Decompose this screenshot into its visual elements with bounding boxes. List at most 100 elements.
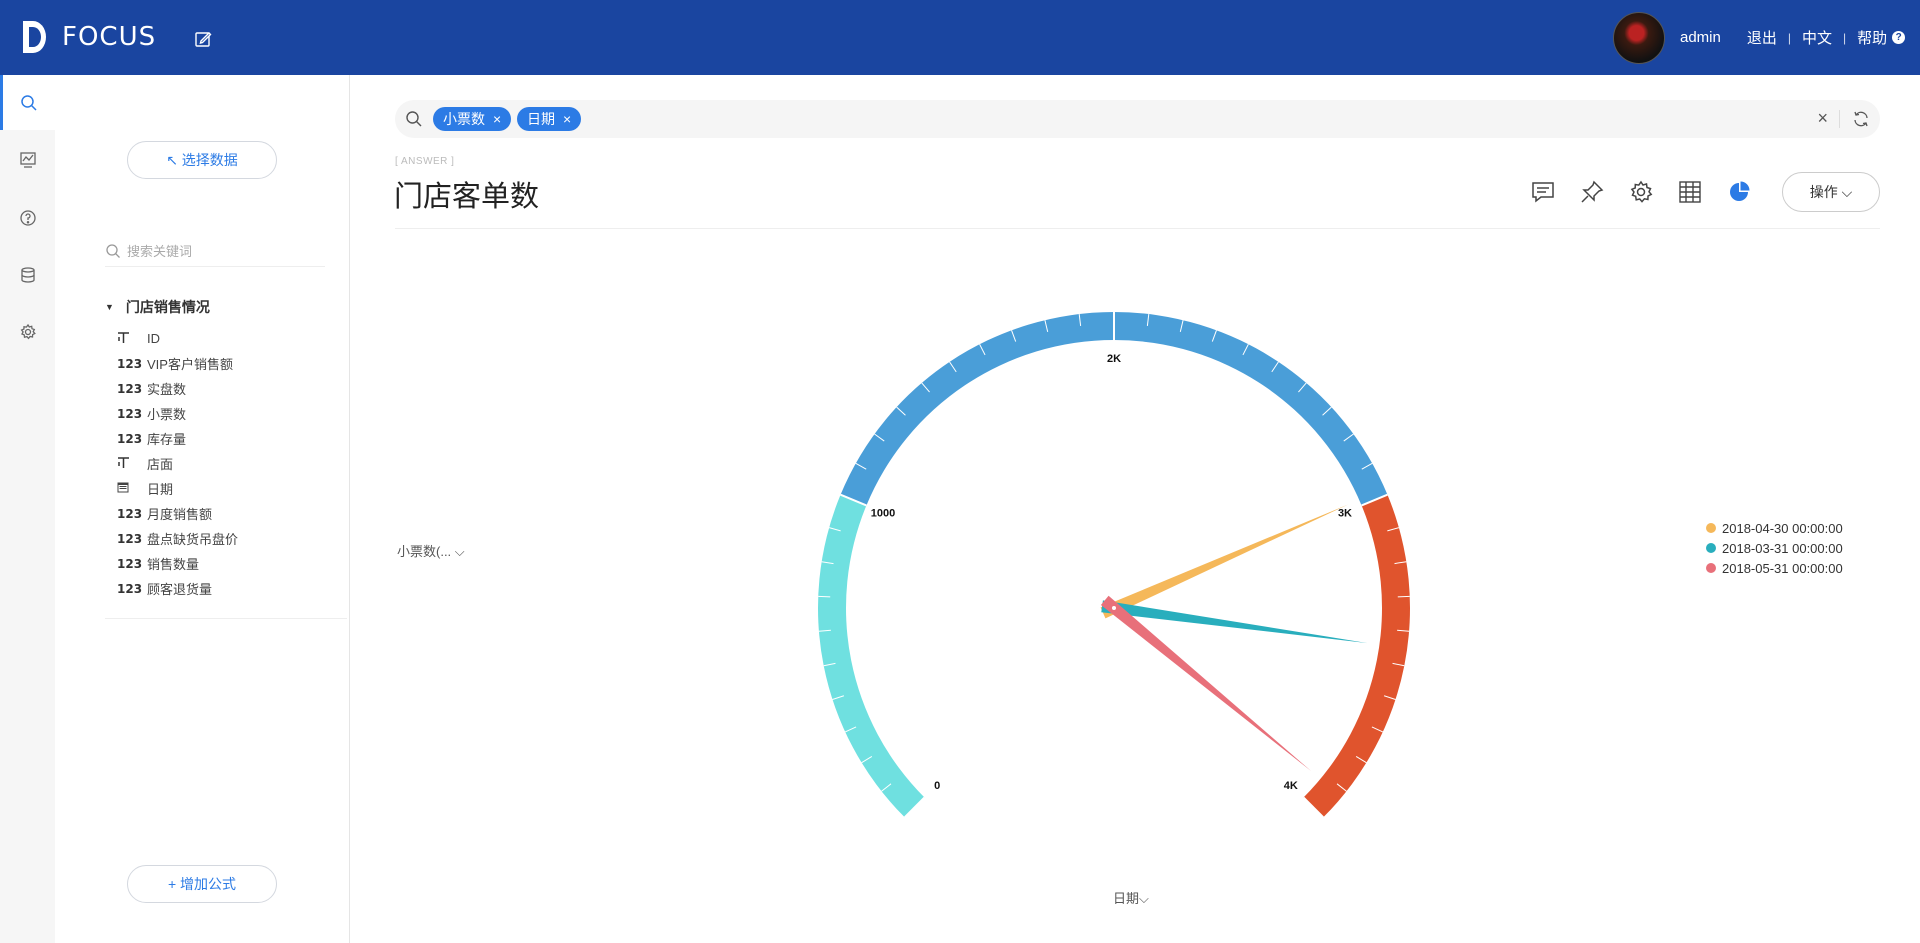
refresh-icon[interactable] <box>1852 110 1870 128</box>
field-list: ID 123 VIP客户销售额 123 实盘数 123 小票数 123 库存量店面日期 123 月度… <box>117 326 238 601</box>
table-view-button[interactable] <box>1672 176 1708 208</box>
y-axis-selector[interactable]: 小票数(... ⌵ <box>397 541 465 560</box>
separator: | <box>1843 30 1847 45</box>
field-item[interactable]: 123 库存量 <box>117 426 238 451</box>
gauge-axis-label: 3K <box>1338 507 1352 519</box>
legend-dot <box>1706 543 1716 553</box>
search-chip[interactable]: 日期 × <box>517 107 582 131</box>
help-circle-icon[interactable]: ? <box>1892 31 1906 44</box>
chip-label: 小票数 <box>443 111 485 127</box>
field-name: 月度销售额 <box>147 507 213 522</box>
logout-link[interactable]: 退出 <box>1747 27 1777 48</box>
number-type-icon: 123 <box>117 381 143 396</box>
edit-icon[interactable] <box>193 29 213 49</box>
number-type-icon: 123 <box>117 356 143 371</box>
search-bar[interactable]: 小票数 × 日期 × × <box>395 100 1880 138</box>
rail-help[interactable] <box>0 190 55 245</box>
gauge-band <box>1303 494 1410 818</box>
rail-settings[interactable] <box>0 304 55 359</box>
number-type-icon: 123 <box>117 406 143 421</box>
focus-logo-icon <box>23 21 46 53</box>
field-item[interactable]: 123 销售数量 <box>117 551 238 576</box>
chip-close-icon[interactable]: × <box>563 107 571 131</box>
field-item[interactable]: 123 VIP客户销售额 <box>117 351 238 376</box>
chip-label: 日期 <box>527 111 555 127</box>
comment-button[interactable] <box>1525 176 1561 208</box>
rail-dashboard[interactable] <box>0 132 55 187</box>
field-item[interactable]: ID <box>117 326 238 351</box>
legend-item[interactable]: 2018-04-30 00:00:00 <box>1706 518 1843 538</box>
legend-label: 2018-04-30 00:00:00 <box>1722 520 1843 536</box>
help-link[interactable]: 帮助 <box>1857 27 1887 48</box>
field-item[interactable]: 123 小票数 <box>117 401 238 426</box>
field-item[interactable]: 123 实盘数 <box>117 376 238 401</box>
add-formula-button[interactable]: + 增加公式 <box>127 865 277 903</box>
search-icon <box>406 111 422 127</box>
field-name: 库存量 <box>147 432 187 447</box>
clear-icon[interactable]: × <box>1817 108 1828 129</box>
field-name: 盘点缺货吊盘价 <box>147 532 239 547</box>
table-name: 门店销售情况 <box>125 299 210 315</box>
gauge-chart: 0 1000 2K 3K 4K <box>818 312 1410 819</box>
field-name: 顾客退货量 <box>147 582 213 597</box>
legend-label: 2018-03-31 00:00:00 <box>1722 540 1843 556</box>
chip-close-icon[interactable]: × <box>493 107 501 131</box>
gauge-needle <box>1100 504 1349 619</box>
settings-button[interactable] <box>1623 176 1659 208</box>
gauge-axis-label: 2K <box>1107 353 1121 365</box>
legend-item[interactable]: 2018-05-31 00:00:00 <box>1706 558 1843 578</box>
page-title: 门店客单数 <box>394 181 540 213</box>
settings-icon <box>20 323 36 339</box>
divider <box>1839 110 1840 128</box>
field-name: 实盘数 <box>147 382 187 397</box>
text-type-icon <box>117 331 147 347</box>
top-bar: FOCUS admin 退出 | 中文 | 帮助 ? <box>0 0 1920 75</box>
field-item[interactable]: 日期 <box>117 476 238 501</box>
answer-toolbar <box>1525 176 1770 208</box>
number-type-icon: 123 <box>117 531 143 546</box>
logo[interactable]: FOCUS <box>20 18 156 56</box>
username[interactable]: admin <box>1680 29 1721 46</box>
number-type-icon: 123 <box>117 556 143 571</box>
comment-icon <box>1532 182 1554 203</box>
rail-database[interactable] <box>0 247 55 302</box>
separator: | <box>1787 30 1791 45</box>
chart-view-button[interactable] <box>1721 176 1757 208</box>
dashboard-icon <box>19 151 36 168</box>
legend-dot <box>1706 563 1716 573</box>
field-search-input[interactable]: 搜索关键词 <box>105 235 325 267</box>
table-node[interactable]: ▼ 门店销售情况 <box>105 297 210 317</box>
select-data-button[interactable]: ↖ 选择数据 <box>127 141 277 179</box>
field-name: 销售数量 <box>147 557 200 572</box>
avatar[interactable] <box>1613 12 1665 64</box>
rail-search[interactable] <box>0 75 55 130</box>
language-link[interactable]: 中文 <box>1802 27 1832 48</box>
legend-item[interactable]: 2018-03-31 00:00:00 <box>1706 538 1843 558</box>
caret-down-icon: ▼ <box>105 302 114 312</box>
field-name: ID <box>147 331 160 346</box>
field-item[interactable]: 店面 <box>117 451 238 476</box>
field-name: 店面 <box>147 457 174 472</box>
gauge-axis-label: 0 <box>934 780 940 792</box>
field-item[interactable]: 123 月度销售额 <box>117 501 238 526</box>
nav-rail <box>0 75 55 943</box>
pin-button[interactable] <box>1574 176 1610 208</box>
search-chip[interactable]: 小票数 × <box>433 107 512 131</box>
field-item[interactable]: 123 盘点缺货吊盘价 <box>117 526 238 551</box>
settings-icon <box>1630 180 1653 203</box>
pie-chart-icon <box>1730 181 1750 201</box>
field-name: 小票数 <box>147 407 187 422</box>
field-name: 日期 <box>147 482 174 497</box>
operate-dropdown[interactable]: 操作 ⌵ <box>1782 172 1880 212</box>
x-axis-selector[interactable]: 日期⌵ <box>1113 888 1149 907</box>
number-type-icon: 123 <box>117 431 143 446</box>
field-item[interactable]: 123 顾客退货量 <box>117 576 238 601</box>
search-placeholder: 搜索关键词 <box>127 244 193 259</box>
table-icon <box>1679 181 1701 203</box>
search-icon <box>21 94 37 111</box>
divider <box>105 618 347 619</box>
number-type-icon: 123 <box>117 506 143 521</box>
gauge-band <box>818 494 925 818</box>
pin-icon <box>1581 180 1604 203</box>
field-name: VIP客户销售额 <box>147 357 233 372</box>
